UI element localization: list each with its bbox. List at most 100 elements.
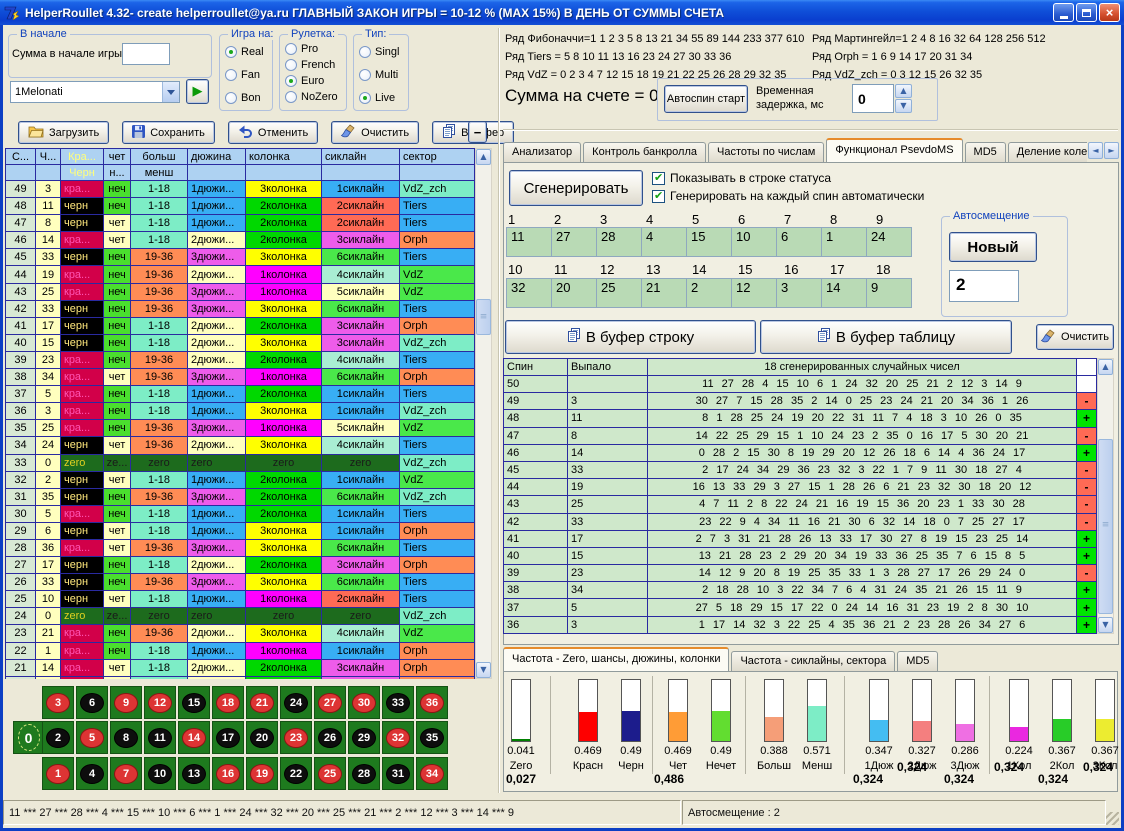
copy-table-button[interactable]: В буфер таблицу <box>760 320 1012 354</box>
board-cell-7[interactable]: 7 <box>110 757 142 790</box>
history-cell: 30 <box>6 506 36 523</box>
board-cell-12[interactable]: 12 <box>144 686 176 719</box>
radio-option-real[interactable]: Real <box>225 46 272 58</box>
scroll-up-icon[interactable]: ▲ <box>1098 359 1113 375</box>
board-cell-35[interactable]: 35 <box>416 721 448 754</box>
scroll-up-icon[interactable]: ▲ <box>476 149 491 165</box>
board-cell-13[interactable]: 13 <box>178 757 210 790</box>
history-cell: 33 <box>36 249 61 266</box>
copy-row-button[interactable]: В буфер строку <box>505 320 756 354</box>
tab-1[interactable]: Контроль банкролла <box>583 142 706 163</box>
autoshift-value[interactable]: 2 <box>949 270 1019 302</box>
checkbox-checked[interactable]: Показывать в строке статуса <box>652 171 924 185</box>
delay-value[interactable]: 0 <box>852 84 894 113</box>
tab-4[interactable]: MD5 <box>965 142 1006 163</box>
board-cell-32[interactable]: 32 <box>382 721 414 754</box>
board-cell-36[interactable]: 36 <box>416 686 448 719</box>
tab-scroll-left-icon[interactable]: ◄ <box>1088 142 1103 159</box>
board-cell-26[interactable]: 26 <box>314 721 346 754</box>
history-scrollbar[interactable]: ▲ ≡ ▼ <box>475 148 492 679</box>
board-cell-22[interactable]: 22 <box>280 757 312 790</box>
tab-5[interactable]: Деление колеса на <box>1008 142 1087 163</box>
board-cell-24[interactable]: 24 <box>280 686 312 719</box>
board-cell-4[interactable]: 4 <box>76 757 108 790</box>
board-cell-10[interactable]: 10 <box>144 757 176 790</box>
radio-option-live[interactable]: Live <box>359 92 408 104</box>
tab-3[interactable]: Функционал PsevdoMS <box>826 138 962 163</box>
board-cell-28[interactable]: 28 <box>348 757 380 790</box>
board-cell-33[interactable]: 33 <box>382 686 414 719</box>
autospin-start-button[interactable]: Автоспин старт <box>664 85 748 113</box>
board-cell-25[interactable]: 25 <box>314 757 346 790</box>
clear-generator-button[interactable]: Очистить <box>1036 324 1114 350</box>
tab-2[interactable]: Частоты по числам <box>708 142 824 163</box>
grid-col-header: 4 <box>644 212 690 227</box>
board-cell-34[interactable]: 34 <box>416 757 448 790</box>
board-cell-27[interactable]: 27 <box>314 686 346 719</box>
play-button[interactable]: ▶ <box>186 79 209 104</box>
board-cell-19[interactable]: 19 <box>246 757 278 790</box>
board-cell-15[interactable]: 15 <box>178 686 210 719</box>
board-cell-5[interactable]: 5 <box>76 721 108 754</box>
radio-option-singl[interactable]: Singl <box>359 46 408 58</box>
board-cell-31[interactable]: 31 <box>382 757 414 790</box>
maximize-button[interactable] <box>1076 3 1097 22</box>
minimize-button[interactable] <box>1053 3 1074 22</box>
history-cell: 35 <box>36 489 61 506</box>
generate-button[interactable]: Сгенерировать <box>509 170 643 206</box>
combo-dropdown-button[interactable] <box>162 82 179 102</box>
board-cell-3[interactable]: 3 <box>42 686 74 719</box>
board-cell-30[interactable]: 30 <box>348 686 380 719</box>
board-cell-21[interactable]: 21 <box>246 686 278 719</box>
history-scroll-thumb[interactable]: ≡ <box>476 299 491 335</box>
collapse-button[interactable]: − <box>468 121 487 143</box>
freq-tab-0[interactable]: Частота - Zero, шансы, дюжины, колонки <box>503 647 729 672</box>
tab-0[interactable]: Анализатор <box>503 142 581 163</box>
history-cell: zero <box>61 455 104 472</box>
board-cell-2[interactable]: 2 <box>42 721 74 754</box>
board-cell-1[interactable]: 1 <box>42 757 74 790</box>
scroll-down-icon[interactable]: ▼ <box>476 662 491 678</box>
profile-combobox[interactable]: 1Melonati <box>10 81 180 103</box>
radio-option-multi[interactable]: Multi <box>359 69 408 81</box>
board-cell-11[interactable]: 11 <box>144 721 176 754</box>
tab-scroll-right-icon[interactable]: ► <box>1104 142 1119 159</box>
load-button[interactable]: Загрузить <box>18 121 109 144</box>
clear-button[interactable]: Очистить <box>331 121 419 144</box>
board-cell-14[interactable]: 14 <box>178 721 210 754</box>
board-cell-20[interactable]: 20 <box>246 721 278 754</box>
radio-option-bon[interactable]: Bon <box>225 92 272 104</box>
spins-scrollbar[interactable]: ▲ ≡ ▼ <box>1097 358 1114 634</box>
checkbox-checked[interactable]: Генерировать на каждый спин автоматическ… <box>652 189 924 203</box>
history-cell: 3колонка <box>246 625 322 642</box>
undo-button[interactable]: Отменить <box>228 121 318 144</box>
radio-option-pro[interactable]: Pro <box>285 43 346 55</box>
number-chip: 33 <box>386 693 410 713</box>
spins-scroll-thumb[interactable]: ≡ <box>1098 439 1113 614</box>
radio-option-nozero[interactable]: NoZero <box>285 91 346 103</box>
freq-tab-2[interactable]: MD5 <box>897 651 938 672</box>
board-cell-6[interactable]: 6 <box>76 686 108 719</box>
radio-option-french[interactable]: French <box>285 59 346 71</box>
radio-option-fan[interactable]: Fan <box>225 69 272 81</box>
board-cell-17[interactable]: 17 <box>212 721 244 754</box>
board-cell-8[interactable]: 8 <box>110 721 142 754</box>
start-sum-input[interactable] <box>122 43 170 65</box>
spinner-down-icon[interactable]: ▼ <box>895 99 912 113</box>
board-cell-18[interactable]: 18 <box>212 686 244 719</box>
board-cell-9[interactable]: 9 <box>110 686 142 719</box>
board-cell-zero[interactable]: 0 <box>13 721 44 754</box>
new-shift-button[interactable]: Новый <box>949 232 1037 262</box>
scroll-down-icon[interactable]: ▼ <box>1098 617 1113 633</box>
board-cell-16[interactable]: 16 <box>212 757 244 790</box>
history-cell: 19-36 <box>131 266 188 283</box>
panel-splitter[interactable] <box>498 28 500 793</box>
resize-grip[interactable] <box>1106 812 1119 825</box>
spinner-up-icon[interactable]: ▲ <box>895 84 912 98</box>
freq-tab-1[interactable]: Частота - сиклайны, сектора <box>731 651 895 672</box>
radio-option-euro[interactable]: Euro <box>285 75 346 87</box>
board-cell-23[interactable]: 23 <box>280 721 312 754</box>
close-button[interactable]: × <box>1099 3 1120 22</box>
save-button[interactable]: Сохранить <box>122 121 215 144</box>
board-cell-29[interactable]: 29 <box>348 721 380 754</box>
